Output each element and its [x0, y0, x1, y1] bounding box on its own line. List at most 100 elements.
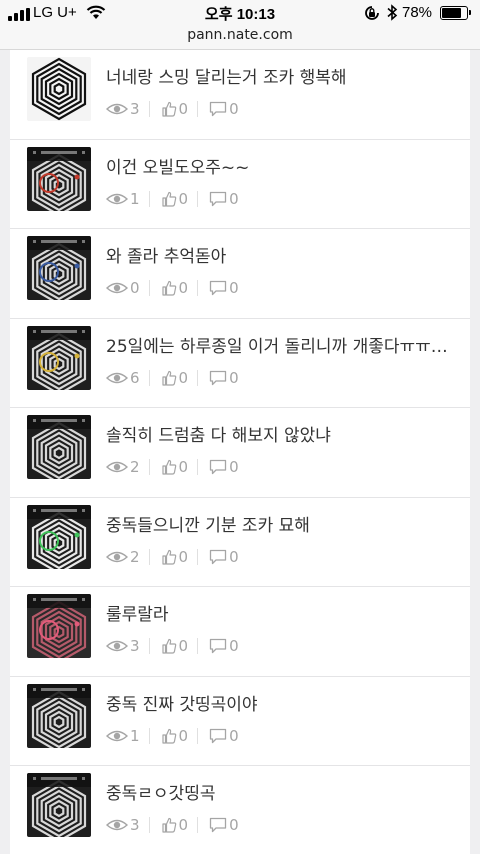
view-count: 6	[106, 369, 140, 387]
comment-text[interactable]: 중독 진짜 갓띵곡이야	[106, 690, 458, 715]
like-button[interactable]: 0	[161, 637, 188, 655]
divider	[197, 280, 199, 296]
comment-item[interactable]: 룰루랄라 3 0 0	[10, 587, 470, 677]
reply-button[interactable]: 0	[209, 458, 239, 476]
like-count-value: 0	[178, 100, 189, 118]
comment-meta: 0 0 0	[106, 279, 239, 297]
thumbs-up-icon[interactable]	[161, 191, 179, 207]
reply-count-value: 0	[229, 547, 239, 566]
like-count-value: 0	[178, 279, 189, 297]
album-thumbnail[interactable]	[27, 773, 91, 837]
view-count-value: 3	[130, 100, 140, 118]
comment-meta: 1 0 0	[106, 727, 239, 745]
thumbs-up-icon[interactable]	[161, 638, 179, 654]
comment-text[interactable]: 솔직히 드럼춤 다 해보지 않았냐	[106, 421, 458, 446]
thumbs-up-icon[interactable]	[161, 370, 179, 386]
like-button[interactable]: 0	[161, 816, 188, 834]
comment-item[interactable]: 중독들으니깐 기분 조카 묘해 2 0 0	[10, 497, 470, 587]
thumbs-up-icon[interactable]	[161, 101, 179, 117]
album-thumbnail[interactable]	[27, 683, 91, 748]
comment-meta: 1 0 0	[106, 190, 239, 208]
speech-bubble-icon[interactable]	[209, 817, 229, 833]
album-thumbnail[interactable]	[27, 57, 91, 121]
comment-item[interactable]: 솔직히 드럼춤 다 해보지 않았냐 2 0 0	[10, 408, 470, 498]
battery-icon	[440, 6, 471, 20]
view-count: 0	[106, 279, 140, 297]
comment-item[interactable]: 중독 진짜 갓띵곡이야 1 0 0	[10, 676, 470, 766]
reply-button[interactable]: 0	[209, 279, 239, 297]
comment-item[interactable]: 너네랑 스밍 달리는거 조카 행복해 3 0 0	[10, 50, 470, 140]
speech-bubble-icon[interactable]	[209, 459, 229, 475]
reply-button[interactable]: 0	[209, 727, 239, 745]
comment-text[interactable]: 와 졸라 추억돋아	[106, 242, 458, 267]
comment-text[interactable]: 너네랑 스밍 달리는거 조카 행복해	[106, 63, 458, 88]
thumbs-up-icon[interactable]	[161, 459, 179, 475]
reply-button[interactable]: 0	[209, 190, 239, 208]
album-thumbnail[interactable]	[27, 146, 91, 211]
eye-icon	[106, 281, 130, 295]
reply-button[interactable]: 0	[209, 637, 239, 655]
url-text[interactable]: pann.nate.com	[187, 27, 293, 43]
divider	[197, 190, 199, 207]
url-bar[interactable]: pann.nate.com	[0, 26, 480, 50]
like-button[interactable]: 0	[161, 458, 189, 476]
divider	[148, 190, 150, 207]
eye-icon	[106, 550, 130, 564]
view-count: 1	[106, 727, 140, 745]
like-button[interactable]: 0	[161, 548, 188, 566]
album-thumbnail[interactable]	[27, 594, 91, 658]
reply-button[interactable]: 0	[209, 369, 239, 387]
like-button[interactable]: 0	[161, 100, 189, 118]
view-count-value: 6	[130, 368, 140, 387]
reply-count-value: 0	[229, 816, 239, 834]
speech-bubble-icon[interactable]	[209, 638, 229, 654]
album-thumbnail[interactable]	[27, 236, 91, 300]
reply-button[interactable]: 0	[209, 100, 239, 118]
thumbs-up-icon[interactable]	[161, 817, 179, 833]
like-button[interactable]: 0	[161, 190, 188, 208]
view-count: 3	[106, 100, 140, 118]
comment-meta: 2 0 0	[106, 458, 239, 476]
reply-button[interactable]: 0	[209, 548, 239, 566]
divider	[148, 548, 150, 565]
rotation-lock-icon	[364, 5, 380, 25]
album-thumbnail[interactable]	[27, 504, 91, 569]
comment-item[interactable]: 중독ㄹㅇ갓띵곡 3 0 0	[10, 766, 470, 854]
comment-text[interactable]: 이건 오빌도오주~~	[106, 153, 458, 178]
like-button[interactable]: 0	[161, 727, 188, 745]
comment-text[interactable]: 중독들으니깐 기분 조카 묘해	[106, 511, 458, 536]
speech-bubble-icon[interactable]	[209, 370, 229, 386]
speech-bubble-icon[interactable]	[209, 728, 229, 744]
divider	[197, 727, 199, 744]
speech-bubble-icon[interactable]	[209, 280, 229, 296]
divider	[148, 727, 150, 744]
comment-meta: 3 0 0	[106, 100, 239, 118]
view-count-value: 1	[130, 189, 140, 208]
reply-button[interactable]: 0	[209, 816, 239, 834]
eye-icon	[106, 460, 130, 474]
thumbs-up-icon[interactable]	[161, 549, 179, 565]
comment-text[interactable]: 룰루랄라	[106, 600, 458, 625]
speech-bubble-icon[interactable]	[209, 191, 229, 207]
like-count-value: 0	[178, 458, 189, 476]
view-count-value: 3	[130, 816, 140, 834]
comment-text[interactable]: 중독ㄹㅇ갓띵곡	[106, 779, 458, 804]
speech-bubble-icon[interactable]	[209, 549, 229, 565]
view-count: 3	[106, 637, 140, 655]
divider	[148, 101, 150, 117]
like-button[interactable]: 0	[161, 279, 189, 297]
speech-bubble-icon[interactable]	[209, 101, 229, 117]
thumbs-up-icon[interactable]	[161, 728, 179, 744]
like-button[interactable]: 0	[161, 369, 188, 387]
album-thumbnail[interactable]	[27, 325, 91, 390]
comment-item[interactable]: 이건 오빌도오주~~ 1 0 0	[10, 139, 470, 229]
comment-item[interactable]: 25일에는 하루종일 이거 돌리니까 개좋다ㅠㅠㅠㅠㅠㅠㅠㅠ 6 0 0	[10, 318, 470, 408]
reply-count-value: 0	[229, 189, 239, 208]
divider	[197, 101, 199, 117]
comment-text[interactable]: 25일에는 하루종일 이거 돌리니까 개좋다ㅠㅠㅠㅠㅠㅠㅠㅠ	[106, 332, 458, 357]
eye-icon	[106, 818, 130, 832]
album-thumbnail[interactable]	[27, 415, 91, 479]
thumbs-up-icon[interactable]	[161, 280, 179, 296]
comment-item[interactable]: 와 졸라 추억돋아 0 0 0	[10, 229, 470, 319]
divider	[148, 817, 150, 833]
